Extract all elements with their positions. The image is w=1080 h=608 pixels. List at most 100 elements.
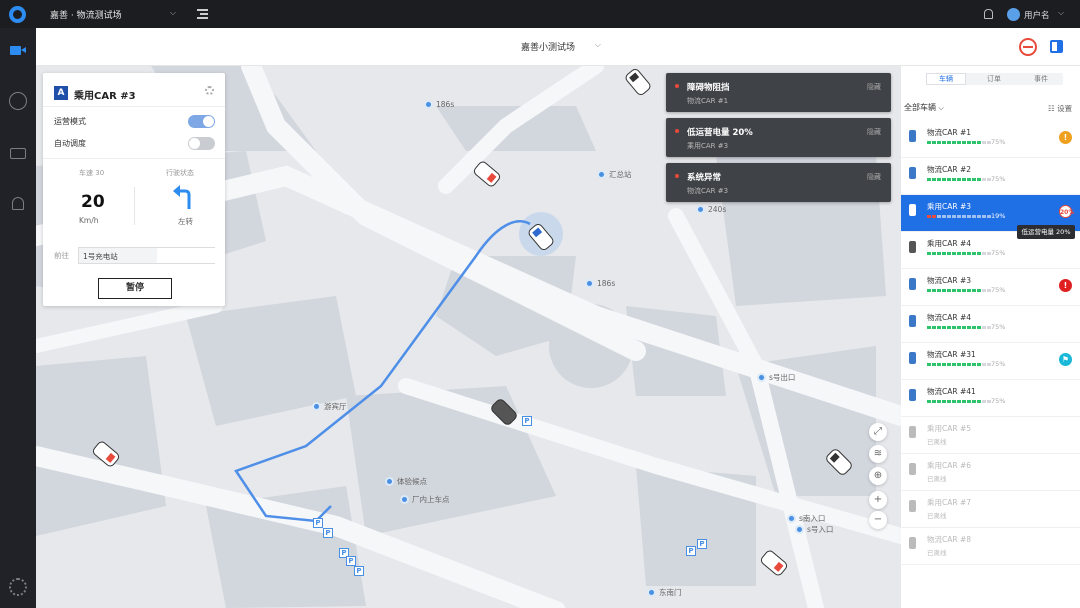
speed-unit: Km/h <box>79 216 99 225</box>
error-badge-icon[interactable]: ! <box>1059 279 1072 292</box>
vehicle-row[interactable]: 物流CAR #2 75% <box>901 158 1080 195</box>
map-poi[interactable]: s号出口 <box>757 372 795 383</box>
parking-marker: P <box>697 539 707 549</box>
alert-hide-button[interactable]: 隐藏 <box>867 82 881 92</box>
parking-marker: P <box>313 518 323 528</box>
battery-bar <box>927 400 991 403</box>
battery-bar <box>927 178 991 181</box>
vehicle-badge: A <box>54 86 68 100</box>
destination-value: 1号充电站 <box>83 252 118 261</box>
ops-mode-label: 运营模式 <box>54 117 86 126</box>
battery-bar <box>927 141 991 144</box>
gear-icon[interactable] <box>9 578 27 596</box>
vehicle-detail-card: A 乘用CAR #3 运营模式 自动调度 车速 30 20 Km/h 行驶状态 … <box>43 73 225 306</box>
battery-bar <box>927 326 991 329</box>
user-name[interactable]: 用户名 <box>1024 9 1050 21</box>
battery-percent: 75% <box>991 323 1006 331</box>
map-poi[interactable]: s南入口 <box>787 513 825 524</box>
battery-percent: 75% <box>991 286 1006 294</box>
map-poi[interactable]: 东南门 <box>647 587 682 598</box>
alert-title: 系统异常 <box>687 173 722 183</box>
map-poi[interactable]: 186s <box>424 100 454 109</box>
destination-field[interactable]: 1号充电站 <box>78 247 215 264</box>
layers-icon[interactable]: ≋ <box>869 445 887 463</box>
pause-button-label: 暂停 <box>125 283 144 293</box>
ops-mode-toggle[interactable] <box>188 115 215 128</box>
vehicle-row-offline[interactable]: 物流CAR #8 已离线 <box>901 528 1080 565</box>
locate-icon[interactable]: ⊕ <box>869 467 887 485</box>
fullscreen-icon[interactable]: ⤢ <box>869 423 887 441</box>
vehicle-row[interactable]: 物流CAR #31 75% ⚑ <box>901 343 1080 380</box>
map-poi[interactable]: 汇总站 <box>597 169 632 180</box>
map-canvas[interactable]: 186s 汇总站 240s 186s 游宾厅 体验候点 厂内上车点 s号出口 s… <box>36 66 901 608</box>
user-avatar[interactable] <box>1007 8 1020 21</box>
map-poi[interactable]: 厂内上车点 <box>400 494 450 505</box>
alarm-bell-icon[interactable] <box>9 196 27 214</box>
vehicle-row-offline[interactable]: 乘用CAR #7 已离线 <box>901 491 1080 528</box>
map-poi[interactable]: 240s <box>696 205 726 214</box>
logistics-car-icon <box>909 389 916 401</box>
turn-left-arrow-icon <box>173 185 191 209</box>
chevron-down-icon: ⌵ <box>169 8 176 17</box>
tab-orders[interactable]: 订单 <box>974 73 1014 85</box>
alert-card[interactable]: 低运营电量 20% 乘用CAR #3 隐藏 <box>666 118 891 157</box>
alert-hide-button[interactable]: 隐藏 <box>867 127 881 137</box>
passenger-car-icon <box>909 241 916 253</box>
vehicle-row-offline[interactable]: 乘用CAR #6 已离线 <box>901 454 1080 491</box>
low-battery-badge-icon[interactable]: 20% <box>1059 205 1074 218</box>
notification-bell-icon[interactable] <box>984 9 993 19</box>
chevron-down-icon: ⌵ <box>938 104 944 112</box>
alert-subtitle: 乘用CAR #3 <box>687 142 729 150</box>
logistics-car-icon <box>909 537 916 549</box>
map-poi[interactable]: s号入口 <box>795 524 833 535</box>
vehicle-row[interactable]: 物流CAR #4 75% <box>901 306 1080 343</box>
map-poi[interactable]: 游宾厅 <box>312 401 347 412</box>
alert-dot-icon <box>675 84 679 88</box>
alert-card[interactable]: 障碍物阻挡 物流CAR #1 隐藏 <box>666 73 891 112</box>
zoom-in-button[interactable]: + <box>869 491 887 509</box>
vehicle-icon[interactable] <box>9 144 27 162</box>
vehicle-row[interactable]: 物流CAR #3 75% ! <box>901 269 1080 306</box>
logistics-car-icon <box>909 352 916 364</box>
vehicle-row[interactable]: 物流CAR #1 75% ! <box>901 121 1080 158</box>
offline-status: 已离线 <box>927 475 947 483</box>
warning-badge-icon[interactable]: ! <box>1059 131 1072 144</box>
alert-card[interactable]: 系统异常 物流CAR #3 隐藏 <box>666 163 891 202</box>
zoom-out-button[interactable]: − <box>869 511 887 529</box>
alert-hide-button[interactable]: 隐藏 <box>867 172 881 182</box>
tab-events[interactable]: 事件 <box>1021 73 1061 85</box>
map-poi[interactable]: 体验候点 <box>385 476 427 487</box>
vehicle-row[interactable]: 物流CAR #41 75% <box>901 380 1080 417</box>
app-logo-icon[interactable] <box>9 6 26 23</box>
settings-gear-icon[interactable] <box>205 86 214 95</box>
battery-percent: 75% <box>991 397 1006 405</box>
video-camera-icon[interactable] <box>9 41 27 59</box>
drive-state-label: 行驶状态 <box>166 169 194 177</box>
battery-bar <box>927 289 991 292</box>
chevron-down-icon[interactable]: ⌵ <box>1058 8 1064 18</box>
alert-dot-icon <box>675 129 679 133</box>
vehicle-title: 乘用CAR #3 <box>74 91 136 102</box>
emergency-stop-button[interactable] <box>1019 38 1037 56</box>
speed-value: 20 <box>81 192 105 212</box>
site-selector[interactable]: 嘉善 · 物流测试场 ⌵ <box>50 8 178 22</box>
auto-dispatch-toggle[interactable] <box>188 137 215 150</box>
pause-button[interactable]: 暂停 <box>98 278 172 299</box>
map-poi[interactable]: 186s <box>585 279 615 288</box>
passenger-car-icon <box>909 463 916 475</box>
menu-fold-icon[interactable] <box>197 9 208 19</box>
chevron-down-icon: ⌵ <box>594 40 601 49</box>
site-dropdown-label: 嘉善小测试场 <box>521 43 576 53</box>
settings-button[interactable]: ☷ 设置 <box>1048 103 1072 114</box>
alert-dot-icon <box>675 174 679 178</box>
dashboard-icon[interactable] <box>9 92 27 110</box>
vehicle-row-offline[interactable]: 乘用CAR #5 已离线 <box>901 417 1080 454</box>
panel-toggle-button[interactable] <box>1050 40 1063 53</box>
tab-vehicles[interactable]: 车辆 <box>926 73 966 85</box>
parking-marker: P <box>354 566 364 576</box>
vehicle-filter-dropdown[interactable]: 全部车辆 ⌵ <box>904 102 944 113</box>
battery-percent: 75% <box>991 360 1006 368</box>
passenger-car-icon <box>909 426 916 438</box>
site-dropdown[interactable]: 嘉善小测试场 ⌵ <box>521 40 601 54</box>
flag-badge-icon[interactable]: ⚑ <box>1059 353 1072 366</box>
